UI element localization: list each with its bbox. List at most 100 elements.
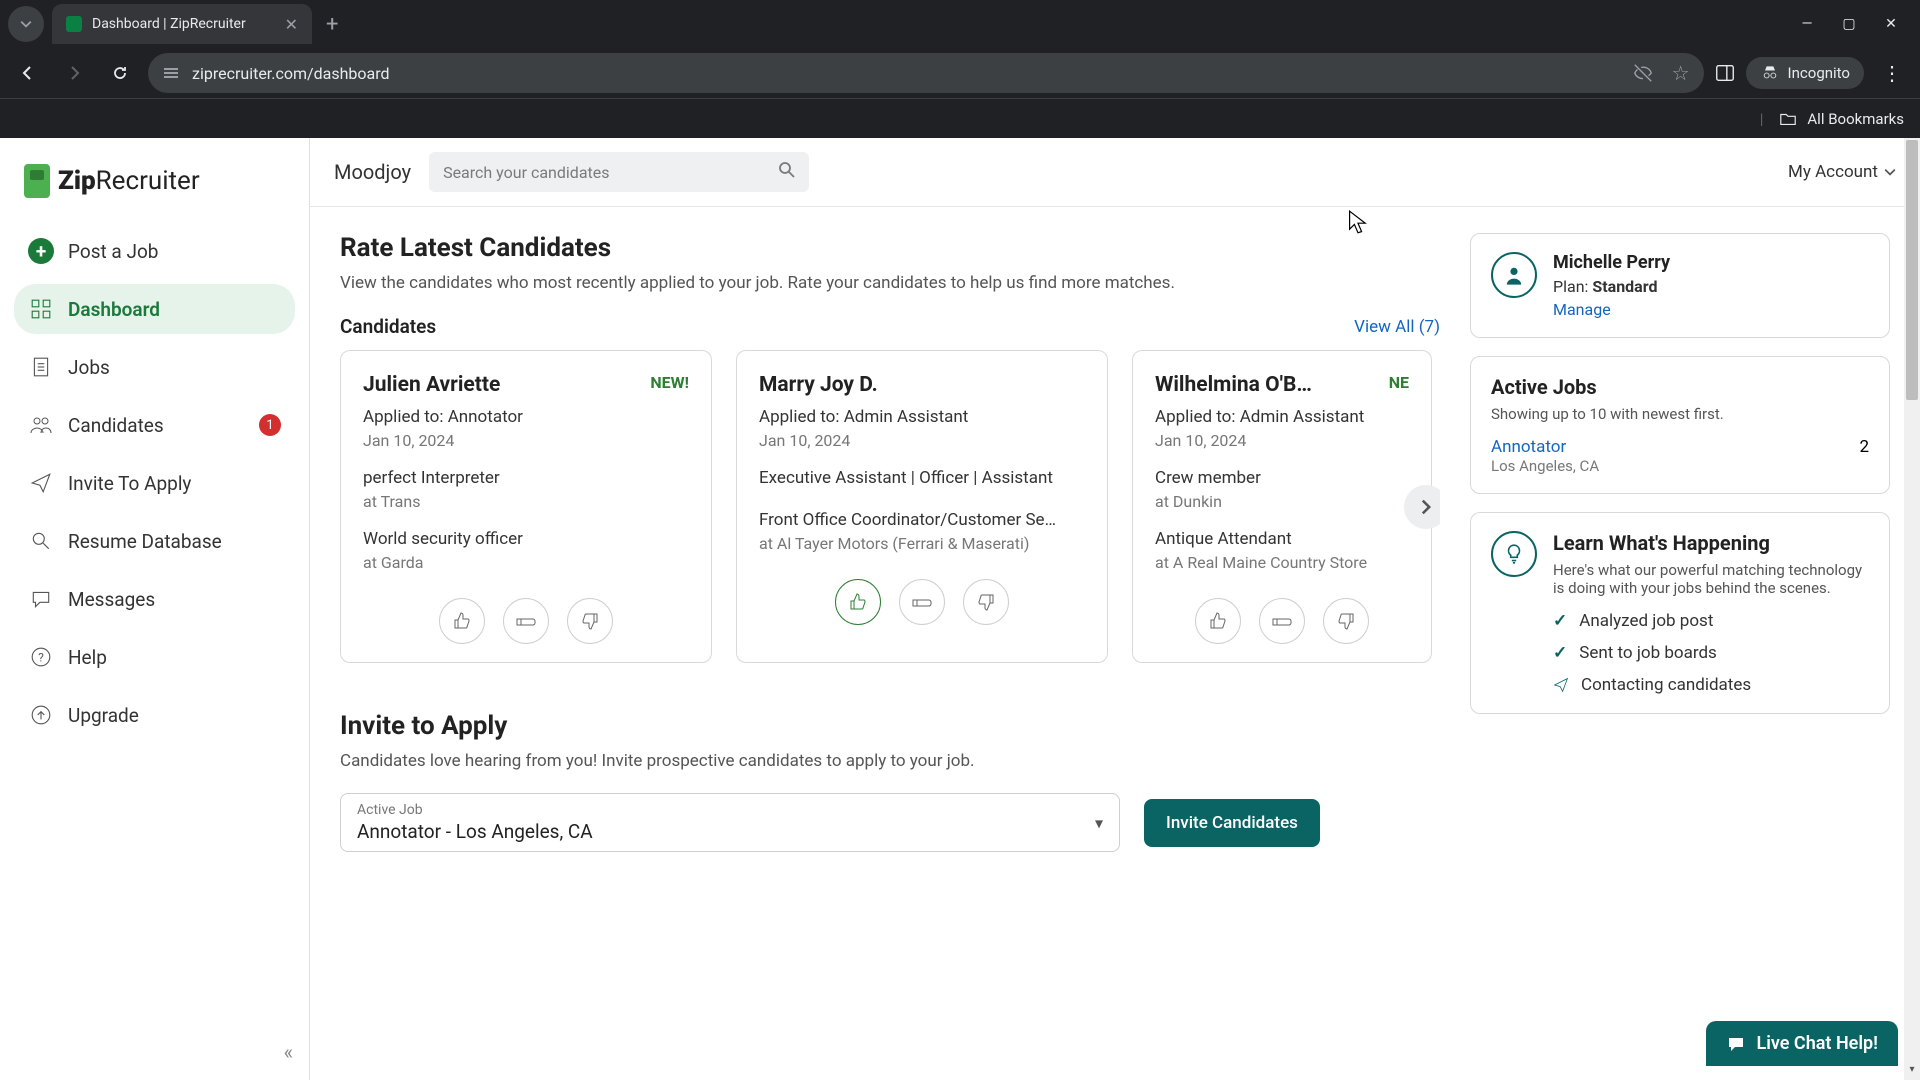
scrollbar-down-arrow[interactable]: ▾	[1904, 1064, 1920, 1080]
thumbs-up-button[interactable]	[439, 598, 485, 644]
thumbs-down-button[interactable]	[963, 579, 1009, 625]
invite-title: Invite to Apply	[340, 711, 1440, 741]
maximize-button[interactable]: ▢	[1842, 16, 1856, 32]
thumbs-down-button[interactable]	[1323, 598, 1369, 644]
all-bookmarks-link[interactable]: All Bookmarks	[1807, 110, 1904, 128]
neutral-button[interactable]	[503, 598, 549, 644]
favicon-icon	[66, 16, 82, 32]
sidebar-item-resume-database[interactable]: Resume Database	[14, 516, 295, 566]
topbar: Moodjoy My Account	[310, 138, 1920, 207]
sidebar-item-label: Resume Database	[68, 530, 222, 553]
thumbs-up-button[interactable]	[1195, 598, 1241, 644]
close-window-button[interactable]: ✕	[1884, 16, 1898, 32]
sidebar-item-upgrade[interactable]: Upgrade	[14, 690, 295, 740]
active-job-select[interactable]: Active Job Annotator - Los Angeles, CA ▾	[340, 793, 1120, 852]
thumbs-up-button[interactable]	[835, 579, 881, 625]
new-badge: NE	[1389, 373, 1409, 392]
vertical-scrollbar[interactable]: ▾	[1904, 138, 1920, 1080]
candidate-card[interactable]: Julien Avriette NEW! Applied to: Annotat…	[340, 350, 712, 663]
thumbs-down-button[interactable]	[567, 598, 613, 644]
badge-count: 1	[259, 414, 281, 436]
collapse-sidebar-button[interactable]: «	[284, 1040, 293, 1064]
experience-company: at Al Tayer Motors (Ferrari & Maserati)	[759, 534, 1085, 553]
bookmarks-bar: | All Bookmarks	[0, 98, 1920, 138]
panel-subtitle: Showing up to 10 with newest first.	[1491, 405, 1869, 423]
send-icon	[1553, 677, 1569, 693]
live-chat-button[interactable]: Live Chat Help!	[1706, 1021, 1898, 1066]
hand-flat-icon	[911, 592, 933, 612]
browser-tab[interactable]: Dashboard | ZipRecruiter ✕	[52, 4, 312, 44]
sidebar-item-label: Post a Job	[68, 240, 158, 263]
carousel-next-button[interactable]	[1404, 485, 1440, 529]
my-account-label: My Account	[1788, 162, 1878, 182]
active-job-row[interactable]: Annotator 2	[1491, 437, 1869, 457]
reload-button[interactable]	[102, 55, 138, 91]
incognito-indicator[interactable]: Incognito	[1746, 57, 1864, 89]
chevron-down-icon: ▾	[1095, 813, 1103, 832]
rate-buttons	[759, 579, 1085, 625]
sidebar-item-candidates[interactable]: Candidates 1	[14, 400, 295, 450]
experience-title: Antique Attendant	[1155, 529, 1409, 549]
sidebar: ZipRecruiter + Post a Job Dashboard Jobs…	[0, 138, 310, 1080]
sidebar-item-label: Upgrade	[68, 704, 139, 727]
incognito-icon	[1760, 63, 1780, 83]
svg-text:?: ?	[38, 650, 44, 664]
forward-button[interactable]	[56, 55, 92, 91]
section-subtitle: View the candidates who most recently ap…	[340, 273, 1440, 293]
my-account-menu[interactable]: My Account	[1788, 162, 1896, 182]
applied-date: Jan 10, 2024	[1155, 431, 1409, 450]
sidebar-item-jobs[interactable]: Jobs	[14, 342, 295, 392]
new-badge: NEW!	[650, 373, 689, 392]
job-name-link[interactable]: Annotator	[1491, 437, 1566, 457]
scrollbar-thumb[interactable]	[1906, 140, 1918, 400]
candidate-card[interactable]: Marry Joy D. Applied to: Admin Assistant…	[736, 350, 1108, 663]
list-item: ✓Sent to job boards	[1553, 643, 1869, 663]
experience-title: perfect Interpreter	[363, 468, 689, 488]
search-icon[interactable]	[777, 160, 797, 180]
send-icon	[28, 470, 54, 496]
experience-company: at A Real Maine Country Store	[1155, 553, 1409, 572]
minimize-button[interactable]: ―	[1800, 16, 1814, 32]
neutral-button[interactable]	[1259, 598, 1305, 644]
close-tab-icon[interactable]: ✕	[285, 15, 298, 34]
back-button[interactable]	[10, 55, 46, 91]
select-label: Active Job	[357, 802, 1103, 818]
avatar-icon	[1491, 252, 1537, 298]
active-jobs-panel: Active Jobs Showing up to 10 with newest…	[1470, 356, 1890, 494]
view-all-link[interactable]: View All (7)	[1354, 317, 1440, 337]
site-settings-icon[interactable]	[162, 64, 180, 82]
experience-title: Front Office Coordinator/Customer Se…	[759, 510, 1085, 530]
help-icon: ?	[28, 644, 54, 670]
browser-menu-button[interactable]: ⋮	[1874, 61, 1910, 85]
experience-title: Executive Assistant | Officer | Assistan…	[759, 468, 1085, 488]
panel-title: Learn What's Happening	[1553, 531, 1869, 555]
neutral-button[interactable]	[899, 579, 945, 625]
sidebar-item-post-a-job[interactable]: + Post a Job	[14, 226, 295, 276]
thumbs-down-icon	[580, 611, 600, 631]
address-bar[interactable]: ziprecruiter.com/dashboard ☆	[148, 53, 1704, 93]
logo-mark-icon	[24, 164, 50, 198]
new-tab-button[interactable]: +	[316, 12, 348, 37]
tab-search-dropdown[interactable]	[8, 6, 44, 42]
chevron-down-icon	[1884, 166, 1896, 178]
sidebar-item-dashboard[interactable]: Dashboard	[14, 284, 295, 334]
candidate-card[interactable]: Wilhelmina O'B… NE Applied to: Admin Ass…	[1132, 350, 1432, 663]
invite-candidates-button[interactable]: Invite Candidates	[1144, 799, 1320, 847]
manage-link[interactable]: Manage	[1553, 300, 1611, 319]
side-panel-icon[interactable]	[1714, 62, 1736, 84]
sidebar-item-invite[interactable]: Invite To Apply	[14, 458, 295, 508]
bookmark-star-icon[interactable]: ☆	[1672, 61, 1690, 85]
candidate-cards: Julien Avriette NEW! Applied to: Annotat…	[340, 350, 1440, 663]
search-input[interactable]	[429, 152, 809, 192]
sidebar-item-messages[interactable]: Messages	[14, 574, 295, 624]
eye-off-icon[interactable]	[1632, 62, 1654, 84]
logo[interactable]: ZipRecruiter	[14, 158, 295, 226]
applied-to: Applied to: Annotator	[363, 407, 689, 427]
app-root: ZipRecruiter + Post a Job Dashboard Jobs…	[0, 138, 1920, 1080]
sidebar-item-help[interactable]: ? Help	[14, 632, 295, 682]
user-name: Michelle Perry	[1553, 252, 1670, 273]
live-chat-label: Live Chat Help!	[1756, 1033, 1878, 1054]
main-scroll[interactable]: Moodjoy My Account Rate Latest Candidate…	[310, 138, 1920, 1080]
chevron-down-icon	[20, 18, 32, 30]
hand-flat-icon	[1271, 611, 1293, 631]
